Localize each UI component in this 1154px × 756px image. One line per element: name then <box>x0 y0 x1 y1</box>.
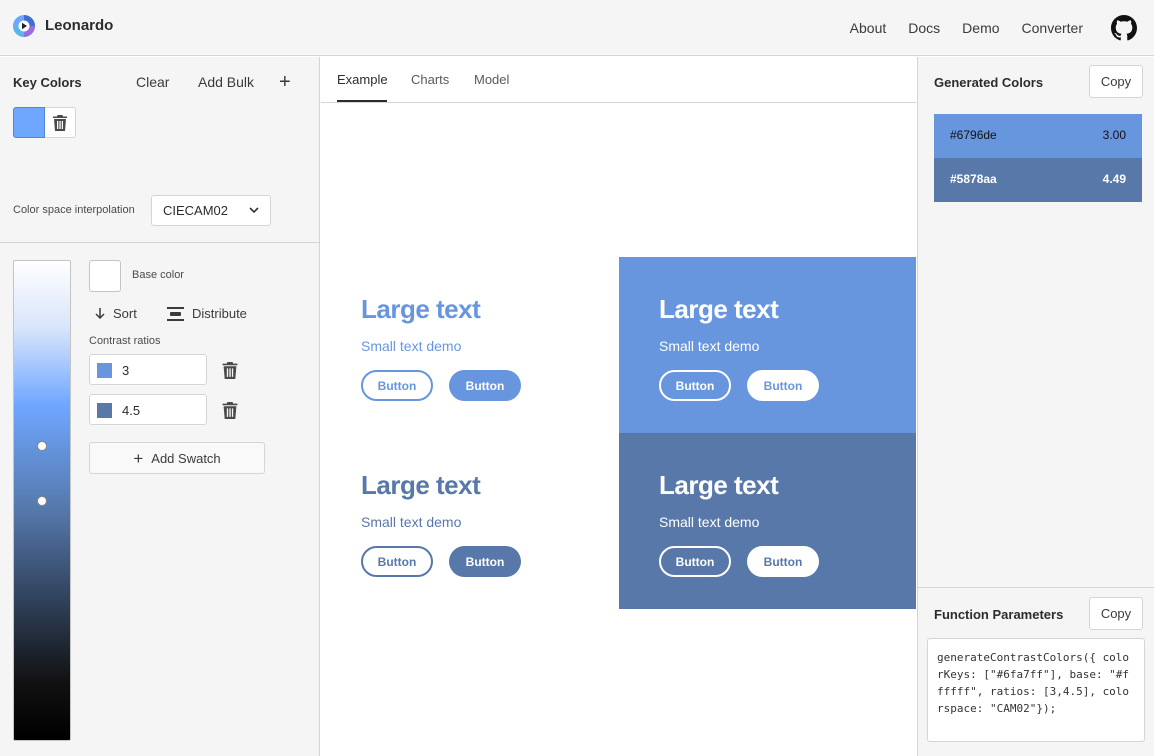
generated-color-row[interactable]: #5878aa 4.49 <box>934 158 1142 202</box>
generated-color-row[interactable]: #6796de 3.00 <box>934 114 1142 158</box>
filled-button[interactable]: Button <box>747 546 819 577</box>
trash-icon[interactable] <box>222 402 238 419</box>
sort-button[interactable]: Sort <box>95 306 137 321</box>
plus-icon: + <box>133 448 144 468</box>
function-parameters-title: Function Parameters <box>934 607 1064 622</box>
color-scale-gradient[interactable] <box>13 260 71 741</box>
large-text-sample: Large text <box>361 470 481 500</box>
base-color-label: Base color <box>132 269 184 281</box>
large-text-sample: Large text <box>659 470 779 500</box>
add-swatch-label: Add Swatch <box>151 450 221 466</box>
small-text-sample: Small text demo <box>361 514 462 530</box>
demo-panel-light-1: Large text Small text demo Button Button <box>321 257 618 433</box>
nav-converter[interactable]: Converter <box>1022 20 1083 36</box>
nav-demo[interactable]: Demo <box>962 20 999 36</box>
contrast-ratio-value: 3.00 <box>1102 128 1126 142</box>
top-nav: About Docs Demo Converter <box>850 0 1154 56</box>
trash-icon <box>53 114 67 131</box>
ratio-swatch <box>97 403 112 418</box>
copy-parameters-button[interactable]: Copy <box>1089 597 1143 630</box>
outline-button[interactable]: Button <box>659 370 731 401</box>
view-tabs: Example Charts Model <box>321 57 916 103</box>
contrast-ratios-label: Contrast ratios <box>89 335 161 347</box>
contrast-ratio-field[interactable] <box>89 354 207 385</box>
divider <box>918 587 1154 588</box>
key-colors-section: Key Colors Clear Add Bulk + Color space … <box>0 57 319 243</box>
demo-panel-light-2: Large text Small text demo Button Button <box>321 433 618 609</box>
trash-icon[interactable] <box>222 362 238 379</box>
chevron-down-icon <box>249 207 259 214</box>
ratio-swatch <box>97 363 112 378</box>
key-colors-title: Key Colors <box>13 75 82 90</box>
interpolation-label: Color space interpolation <box>13 204 135 216</box>
arrow-down-icon <box>95 307 105 319</box>
large-text-sample: Large text <box>361 294 481 324</box>
leonardo-logo-icon <box>13 15 35 37</box>
base-color-swatch[interactable] <box>89 260 121 292</box>
filled-button[interactable]: Button <box>747 370 819 401</box>
function-code-block[interactable]: generateContrastColors({ colorKeys: ["#6… <box>927 638 1145 742</box>
contrast-ratio-value: 4.49 <box>1102 172 1126 186</box>
nav-about[interactable]: About <box>850 20 887 36</box>
clear-button[interactable]: Clear <box>136 74 169 90</box>
distribute-button[interactable]: Distribute <box>167 306 247 321</box>
tab-example[interactable]: Example <box>337 72 388 87</box>
tab-model[interactable]: Model <box>474 72 509 87</box>
ratio-marker[interactable] <box>37 496 47 506</box>
contrast-ratio-field[interactable] <box>89 394 207 425</box>
right-panel: Generated Colors Copy #6796de 3.00 #5878… <box>917 57 1154 756</box>
app-header: Leonardo About Docs Demo Converter <box>0 0 1154 56</box>
small-text-sample: Small text demo <box>361 338 462 354</box>
add-key-color-button[interactable]: + <box>279 72 291 92</box>
interpolation-value: CIECAM02 <box>163 203 229 218</box>
filled-button[interactable]: Button <box>449 546 521 577</box>
tab-charts[interactable]: Charts <box>411 72 449 87</box>
color-hex: #6796de <box>950 128 997 142</box>
left-panel: Key Colors Clear Add Bulk + Color space … <box>0 57 320 756</box>
github-icon[interactable] <box>1111 15 1137 41</box>
delete-key-color-button[interactable] <box>45 107 76 138</box>
active-tab-indicator <box>337 100 387 102</box>
demo-panel-dark-2: Large text Small text demo Button Button <box>619 433 916 609</box>
ratio-marker[interactable] <box>37 441 47 451</box>
color-hex: #5878aa <box>950 172 997 186</box>
contrast-ratio-input[interactable] <box>122 401 198 419</box>
small-text-sample: Small text demo <box>659 514 760 530</box>
add-bulk-button[interactable]: Add Bulk <box>198 74 254 90</box>
large-text-sample: Large text <box>659 294 779 324</box>
nav-docs[interactable]: Docs <box>908 20 940 36</box>
interpolation-select[interactable]: CIECAM02 <box>151 195 271 226</box>
distribute-icon <box>167 306 184 321</box>
generated-colors-title: Generated Colors <box>934 75 1044 90</box>
small-text-sample: Small text demo <box>659 338 760 354</box>
outline-button[interactable]: Button <box>659 546 731 577</box>
add-swatch-button[interactable]: + Add Swatch <box>89 442 265 474</box>
distribute-label: Distribute <box>192 306 247 321</box>
key-color-swatch[interactable] <box>13 107 45 138</box>
contrast-ratio-input[interactable] <box>122 361 198 379</box>
outline-button[interactable]: Button <box>361 546 433 577</box>
sort-label: Sort <box>113 306 137 321</box>
filled-button[interactable]: Button <box>449 370 521 401</box>
brand-name: Leonardo <box>45 17 114 34</box>
main-content: Example Charts Model Large text Small te… <box>321 57 916 756</box>
demo-panel-dark-1: Large text Small text demo Button Button <box>619 257 916 433</box>
copy-colors-button[interactable]: Copy <box>1089 65 1143 98</box>
outline-button[interactable]: Button <box>361 370 433 401</box>
